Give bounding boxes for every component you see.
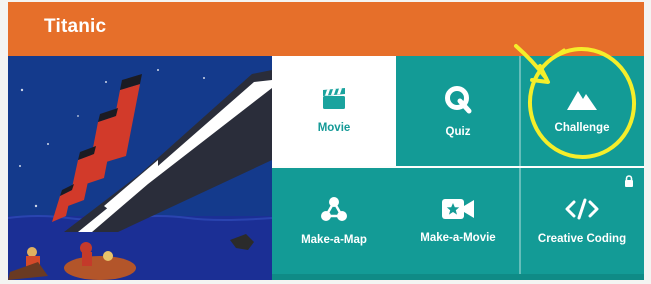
movie-camera-icon <box>442 198 474 220</box>
sinking-ship-illustration <box>8 56 272 280</box>
make-a-map-label: Make-a-Map <box>301 234 367 246</box>
challenge-tile[interactable]: Challenge <box>520 56 644 166</box>
topic-page: Titanic Movie Quiz Challenge Make-a-Map … <box>8 2 644 280</box>
creative-coding-tile[interactable]: Creative Coding <box>520 168 644 274</box>
movie-label: Movie <box>317 122 351 134</box>
creative-coding-label: Creative Coding <box>537 233 627 245</box>
code-brackets-icon <box>565 197 599 221</box>
tile-divider <box>396 166 644 168</box>
topic-header: Titanic <box>8 2 644 56</box>
tile-divider <box>519 56 521 280</box>
mountain-icon <box>567 88 597 110</box>
movie-tile[interactable]: Movie <box>272 56 396 166</box>
quiz-tile[interactable]: Quiz <box>396 56 520 166</box>
q-letter-icon <box>443 84 473 114</box>
lock-icon <box>624 174 634 192</box>
quiz-label: Quiz <box>445 126 471 138</box>
make-a-map-tile[interactable]: Make-a-Map <box>272 168 396 274</box>
activity-grid: Movie Quiz Challenge Make-a-Map Make-a-M… <box>272 56 644 280</box>
topic-title: Titanic <box>44 16 107 37</box>
clapperboard-icon <box>321 88 347 110</box>
titanic-hero-illustration <box>8 56 272 280</box>
network-nodes-icon <box>320 196 348 222</box>
tile-footer-strip <box>272 274 644 280</box>
make-a-movie-label: Make-a-Movie <box>420 232 496 244</box>
make-a-movie-tile[interactable]: Make-a-Movie <box>396 168 520 274</box>
challenge-label: Challenge <box>554 122 610 134</box>
